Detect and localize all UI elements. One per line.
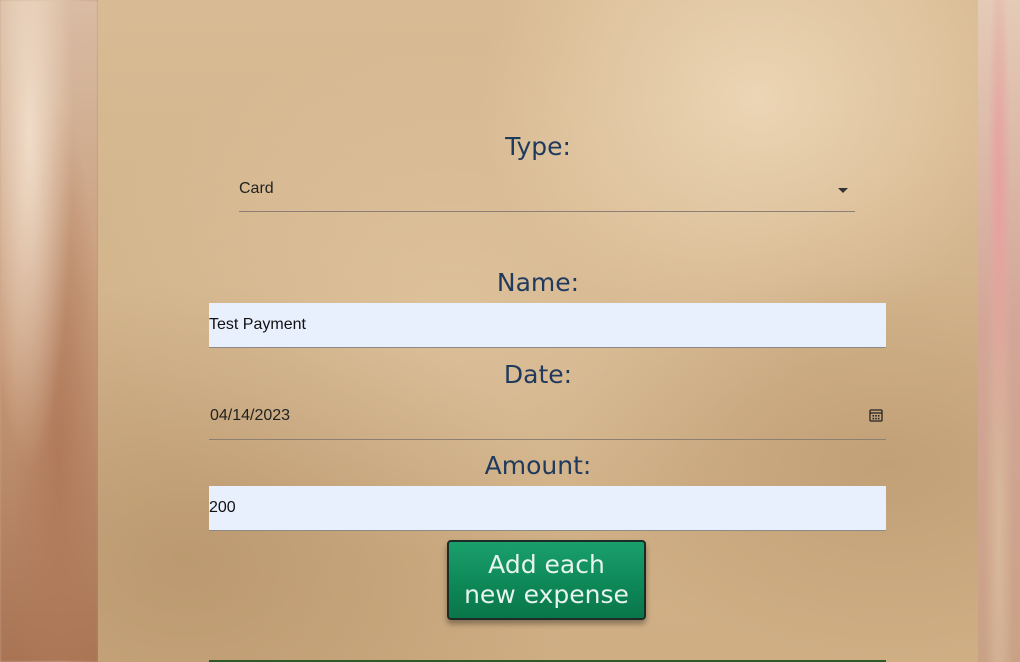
expense-form-panel: Type: Card Name: Date: 04/14/2023 Amount… <box>98 0 978 662</box>
add-expense-button[interactable]: Add each new expense <box>447 540 646 620</box>
amount-label: Amount: <box>484 451 592 480</box>
type-label: Type: <box>505 132 571 161</box>
name-input[interactable] <box>209 303 886 348</box>
name-label: Name: <box>496 268 580 297</box>
type-select[interactable]: Card <box>239 167 855 212</box>
date-value: 04/14/2023 <box>210 407 291 424</box>
calendar-icon[interactable] <box>869 408 883 422</box>
background-left <box>0 0 98 662</box>
type-select-value: Card <box>239 180 274 197</box>
amount-input[interactable] <box>209 486 886 531</box>
date-label: Date: <box>503 360 573 389</box>
chevron-down-icon <box>838 188 848 193</box>
date-input[interactable]: 04/14/2023 <box>209 395 886 440</box>
background-right <box>978 0 1020 662</box>
